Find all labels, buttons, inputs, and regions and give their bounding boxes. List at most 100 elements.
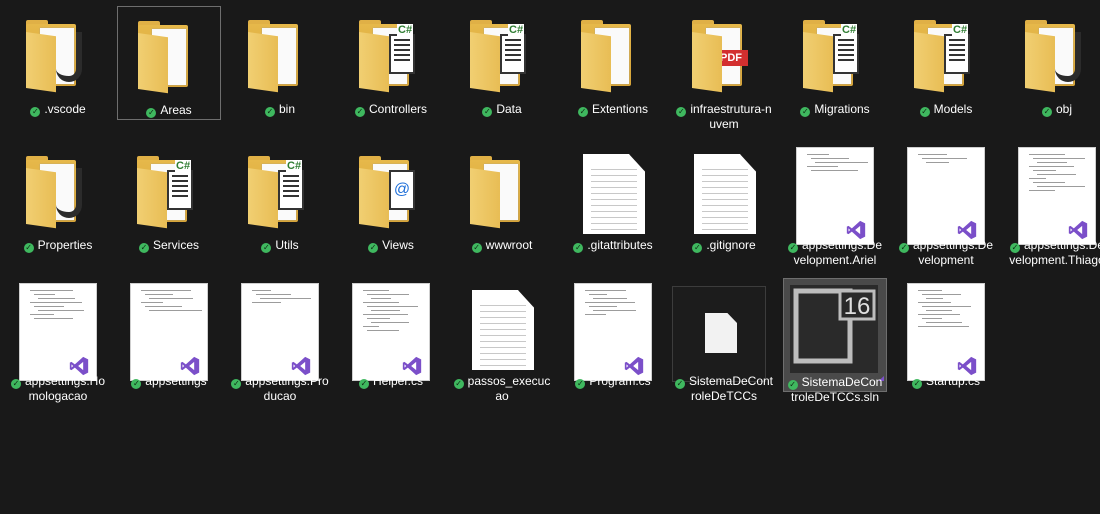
sync-check-icon: ✓ [358,379,369,389]
text-line [702,193,748,194]
folder-csharp-icon: C# [137,154,197,230]
item-name: .vscode [44,102,86,116]
text-line [702,217,748,218]
code-line [1037,186,1086,187]
sync-check-icon: ✓ [354,107,365,117]
code-line [1037,174,1076,175]
item-name: Migrations [814,102,870,116]
overlay-line [394,54,410,56]
item-label: ✓ SistemaDeControleDeTCCs [674,374,774,404]
file-item[interactable]: ✓ appsettings.Development.Thiago [1005,142,1100,267]
item-label: ✓ appsettings.Homologacao [8,374,108,404]
overlay-line [949,59,965,61]
file-item[interactable]: C# ✓ Data [450,6,554,120]
file-item[interactable]: ✓ Helper.cs [339,278,443,392]
file-item[interactable]: ✓ .gitignore [672,142,776,256]
code-line [593,310,637,311]
item-thumbnail [450,150,554,236]
csharp-document-overlay [944,34,970,74]
item-thumbnail [1005,148,1100,244]
file-item[interactable]: C# ✓ Controllers [339,6,443,120]
file-item[interactable]: ✓ wwwroot [450,142,554,256]
sync-check-icon: ✓ [231,379,242,389]
code-line [34,318,74,319]
file-item[interactable]: C# ✓ Models [894,6,998,120]
visual-studio-logo-icon [179,356,201,376]
file-item[interactable]: C# ✓ Services [117,142,221,256]
visual-studio-logo-icon [1067,220,1089,240]
sync-check-icon: ✓ [261,243,272,253]
item-thumbnail [561,14,665,100]
code-preview [363,290,419,334]
folder-front [470,168,500,229]
file-item[interactable]: ✓ Properties [6,142,110,256]
file-item[interactable]: 16 ✓ SistemaDeControleDeTCCs.sln [783,278,888,404]
file-item[interactable]: C# ✓ Migrations [783,6,887,120]
file-item[interactable]: ✓ passos_execucao [450,278,554,403]
overlay-line [838,59,854,61]
code-line [1037,162,1067,163]
file-item[interactable]: ✓ .gitattributes [561,142,665,256]
item-label: ✓ Services [119,238,219,253]
sync-check-icon: ✓ [368,243,379,253]
item-label: ✓ SistemaDeControleDeTCCs.sln [786,375,884,405]
item-name: Helper.cs [372,374,424,388]
folder-front [248,32,278,93]
file-item[interactable]: ✓ appsettings.Producao [228,278,332,403]
item-name: Areas [160,103,192,117]
file-item[interactable]: ✓ Extentions [561,6,665,120]
item-label: ✓ .gitignore [674,238,774,253]
visual-studio-logo-icon [956,356,978,376]
file-item[interactable]: ✓ bin [228,6,332,120]
file-item[interactable]: ✓ Areas [117,6,221,120]
folder-icon [248,18,308,94]
overlay-line [949,49,965,51]
file-item[interactable]: C# ✓ Utils [228,142,332,256]
item-thumbnail [339,284,443,380]
file-item[interactable]: @ ✓ Views [339,142,443,256]
file-item[interactable]: ✓ appsettings.Development [894,142,998,267]
item-thumbnail: 16 [784,285,888,373]
text-line [702,211,748,212]
code-preview [30,290,84,322]
folder-front [248,168,278,229]
file-item[interactable]: PDF ✓ infraestrutura-nuvem [672,6,776,131]
file-item[interactable]: ✓ Program.cs [561,278,665,392]
text-line [702,181,748,182]
file-item[interactable]: ✓ .vscode [6,6,110,120]
file-item[interactable]: ✓ appsettings.Homologacao [6,278,110,403]
sync-check-icon: ✓ [674,379,685,389]
text-line [480,311,526,312]
code-line [585,302,635,303]
item-thumbnail: C# [450,14,554,100]
code-line [811,170,858,171]
visual-studio-file-icon [20,284,96,380]
code-line [926,162,949,163]
code-line [926,322,962,323]
folder-front [26,168,56,229]
code-line [589,294,608,295]
code-line [149,310,202,311]
file-item[interactable]: ✓ SistemaDeControleDeTCCs [672,278,776,403]
doc-spacer [583,154,645,164]
file-item[interactable]: ✓ appsettings.Development.Ariel [783,142,887,267]
code-line [145,306,183,307]
csharp-document-overlay [278,170,304,210]
text-line [591,193,637,194]
vscode-overlay [56,32,82,82]
item-name: Services [152,238,199,252]
sync-check-icon: ✓ [30,107,41,117]
sync-check-icon: ✓ [800,107,811,117]
file-explorer-large-icons-view: ✓ .vscode ✓ Areas ✓ bin C# ✓ Controllers C# ✓ Data ✓… [0,0,1100,514]
item-name: Data [496,102,522,116]
doc-spacer [694,154,756,164]
file-item[interactable]: ✓ appsettings [117,278,221,392]
folder-front [359,32,389,93]
file-item[interactable]: ✓ Startup.cs [894,278,998,392]
item-label: ✓ Controllers [341,102,441,117]
overlay-line [505,59,521,61]
file-item[interactable]: ✓ obj [1005,6,1100,120]
code-preview [807,154,869,174]
item-thumbnail [228,284,332,380]
item-label: ✓ appsettings.Development.Ariel [785,238,885,268]
